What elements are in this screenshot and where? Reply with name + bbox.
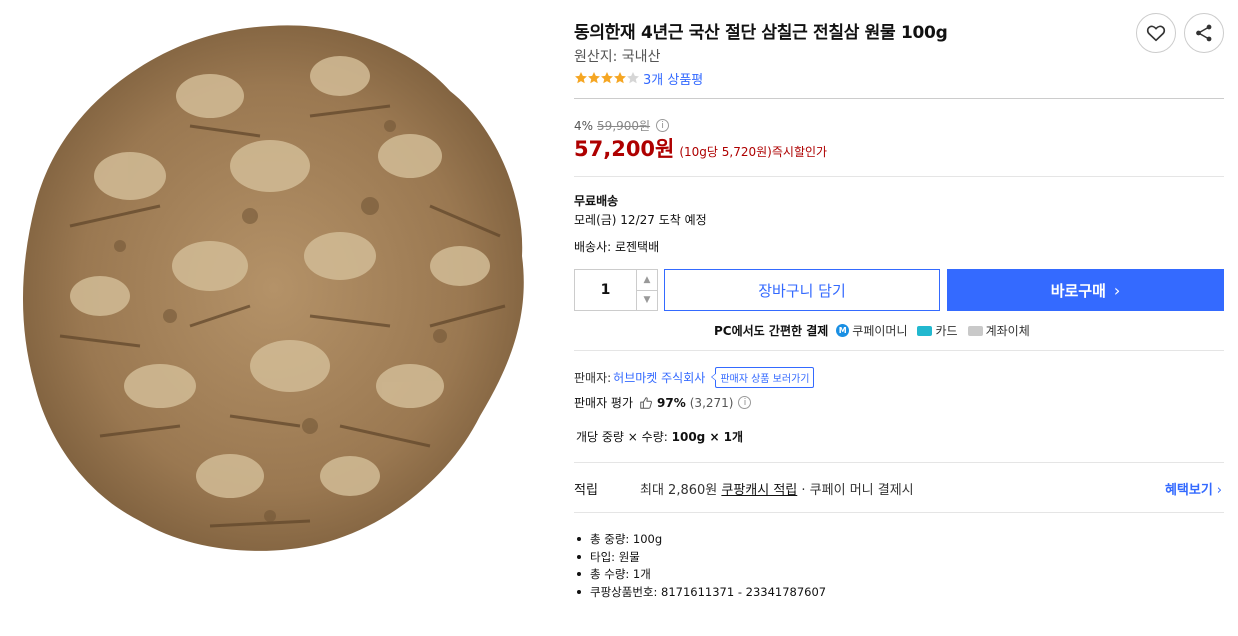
- sale-price: 57,200원: [574, 137, 675, 161]
- arrival-date: 모레(금) 12/27 도착 예정: [574, 213, 707, 227]
- review-count-link[interactable]: 3개 상품평: [643, 69, 703, 88]
- reward-condition: · 쿠페이 머니 결제시: [801, 483, 914, 498]
- share-icon: [1196, 24, 1212, 42]
- spec-item: 쿠팡상품번호: 8171611371 - 23341787607: [574, 583, 826, 601]
- star-icon: [614, 72, 626, 84]
- divider: [574, 176, 1224, 177]
- thumbs-up-icon: [640, 396, 652, 409]
- spec-item: 총 중량: 100g: [574, 530, 826, 548]
- divider: [574, 462, 1224, 463]
- seller-rating-label: 판매자 평가: [574, 396, 634, 410]
- seller-name-link[interactable]: 허브마켓 주식회사: [613, 369, 705, 386]
- option-value: 100g × 1개: [671, 430, 744, 444]
- divider: [574, 98, 1224, 99]
- payment-methods: PC에서도 간편한 결제 M 쿠페이머니 카드 계좌이체: [714, 322, 1040, 339]
- reward-row: 적립 최대 2,860원 쿠팡캐시 적립 · 쿠페이 머니 결제시 혜택보기 ›: [574, 479, 1224, 498]
- quantity-input[interactable]: [575, 270, 636, 310]
- reward-text: 최대 2,860원 쿠팡캐시 적립 · 쿠페이 머니 결제시: [640, 479, 914, 498]
- add-to-cart-button[interactable]: 장바구니 담기: [664, 269, 940, 311]
- carrier: 배송사: 로젠택배: [574, 240, 660, 254]
- dried-root-icon: [22, 25, 524, 551]
- star-icon: [575, 72, 587, 84]
- quantity-steps: ▲ ▼: [636, 270, 657, 310]
- seller-row: 판매자: 허브마켓 주식회사 판매자 상품 보러가기: [574, 367, 815, 388]
- discount-row: 4% 59,900원 i: [574, 117, 670, 134]
- payment-option-label: 쿠페이머니: [852, 324, 908, 338]
- discount-rate: 4%: [574, 118, 594, 133]
- seller-rating-percent: 97%: [657, 395, 686, 410]
- coupay-money-icon: M: [836, 324, 850, 337]
- reward-amount: 최대 2,860원: [640, 483, 718, 498]
- divider: [574, 350, 1224, 351]
- quantity-increase-button[interactable]: ▲: [637, 270, 657, 290]
- shipping-title: 무료배송: [574, 194, 619, 208]
- seller-rating: 판매자 평가 97% (3,271) i: [574, 394, 752, 411]
- option-label: 개당 중량 × 수량:: [576, 430, 668, 444]
- seller-label: 판매자:: [574, 371, 612, 385]
- unit-price: (10g당 5,720원): [679, 145, 772, 159]
- spec-item: 타입: 원물: [574, 548, 826, 566]
- card-icon: [917, 325, 933, 336]
- add-to-cart-label: 장바구니 담기: [758, 281, 846, 300]
- star-icon: [588, 72, 600, 84]
- product-title: 동의한재 4년근 국산 절단 삼칠근 전칠삼 원물 100g: [574, 23, 948, 43]
- info-icon[interactable]: i: [738, 396, 752, 409]
- rating-stars: [574, 71, 639, 85]
- payment-option-label: 계좌이체: [985, 324, 1030, 338]
- buy-now-label: 바로구매: [1050, 281, 1106, 300]
- instant-discount-label: 즉시할인가: [771, 145, 828, 159]
- chevron-right-icon: ›: [1216, 483, 1222, 498]
- option-summary: 개당 중량 × 수량: 100g × 1개: [576, 428, 743, 445]
- heart-icon: [1146, 25, 1166, 42]
- quantity-stepper[interactable]: ▲ ▼: [574, 269, 658, 311]
- quantity-decrease-button[interactable]: ▼: [637, 289, 657, 311]
- wishlist-button[interactable]: [1136, 13, 1176, 53]
- star-icon: [601, 72, 613, 84]
- product-rating[interactable]: 3개 상품평: [574, 69, 703, 88]
- spec-item: 총 수량: 1개: [574, 565, 826, 583]
- payment-option-label: 카드: [935, 324, 958, 338]
- view-benefits-label: 혜택보기: [1164, 483, 1213, 498]
- view-benefits-button[interactable]: 혜택보기 ›: [1165, 479, 1222, 498]
- original-price: 59,900원: [597, 119, 651, 133]
- seller-products-button[interactable]: 판매자 상품 보러가기: [711, 367, 815, 388]
- coupang-cash-link[interactable]: 쿠팡캐시 적립: [721, 483, 797, 498]
- reward-label: 적립: [574, 483, 598, 498]
- product-image[interactable]: [10, 6, 535, 562]
- share-button[interactable]: [1184, 13, 1224, 53]
- product-origin: 원산지: 국내산: [574, 49, 661, 65]
- bank-transfer-icon: [967, 325, 983, 336]
- info-icon[interactable]: i: [656, 119, 670, 132]
- spec-list: 총 중량: 100g 타입: 원물 총 수량: 1개 쿠팡상품번호: 81716…: [574, 530, 826, 601]
- product-info: 동의한재 4년근 국산 절단 삼칠근 전칠삼 원물 100g 원산지: 국내산 …: [574, 0, 1224, 636]
- buy-now-button[interactable]: 바로구매 ›: [947, 269, 1224, 311]
- payment-option-card[interactable]: 카드: [917, 322, 958, 339]
- seller-rating-count: (3,271): [689, 395, 734, 410]
- chevron-right-icon: ›: [1113, 280, 1121, 300]
- payment-option-bank[interactable]: 계좌이체: [967, 322, 1030, 339]
- star-icon: [627, 72, 639, 84]
- payment-option-coupay[interactable]: M 쿠페이머니: [836, 322, 907, 339]
- price-row: 57,200원 (10g당 5,720원) 즉시할인가: [574, 133, 827, 163]
- divider: [574, 512, 1224, 513]
- payment-title: PC에서도 간편한 결제: [714, 324, 829, 338]
